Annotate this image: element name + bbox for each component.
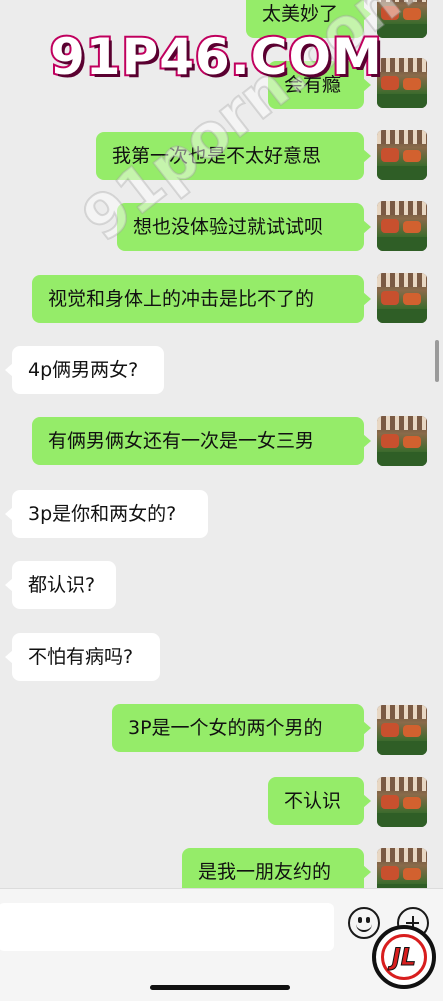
- emoji-mouth: [356, 922, 372, 932]
- avatar[interactable]: [377, 416, 427, 466]
- message-bubble-outgoing[interactable]: 3P是一个女的两个男的: [112, 704, 371, 752]
- avatar[interactable]: [377, 848, 427, 888]
- message-bubble-incoming[interactable]: 4p俩男两女?: [5, 346, 164, 394]
- avatar[interactable]: [377, 58, 427, 108]
- home-indicator[interactable]: [150, 985, 290, 990]
- avatar[interactable]: [377, 130, 427, 180]
- avatar[interactable]: [377, 705, 427, 755]
- message-bubble-outgoing[interactable]: 是我一朋友约的: [182, 848, 371, 888]
- message-bubble-incoming[interactable]: 3p是你和两女的?: [5, 490, 208, 538]
- logo-text: JL: [391, 943, 417, 972]
- message-bubble-outgoing[interactable]: 有俩男俩女还有一次是一女三男: [32, 417, 371, 465]
- message-bubble-outgoing[interactable]: 不认识: [268, 777, 371, 825]
- watermark-logo: 91P46.COM: [48, 26, 384, 88]
- message-bubble-incoming[interactable]: 都认识?: [5, 561, 116, 609]
- emoji-icon[interactable]: [348, 907, 380, 939]
- avatar[interactable]: [377, 273, 427, 323]
- avatar[interactable]: [377, 201, 427, 251]
- message-bubble-incoming[interactable]: 不怕有病吗?: [5, 633, 160, 681]
- jl-logo: JL: [372, 925, 436, 989]
- message-bubble-outgoing[interactable]: 视觉和身体上的冲击是比不了的: [32, 275, 371, 323]
- avatar[interactable]: [377, 777, 427, 827]
- message-input[interactable]: [0, 903, 334, 951]
- scrollbar[interactable]: [435, 340, 439, 382]
- chat-history[interactable]: 太美妙了 会有瘾 我第一次也是不太好意思 想也没体验过就试试呗 视觉和身体上的冲…: [0, 0, 443, 888]
